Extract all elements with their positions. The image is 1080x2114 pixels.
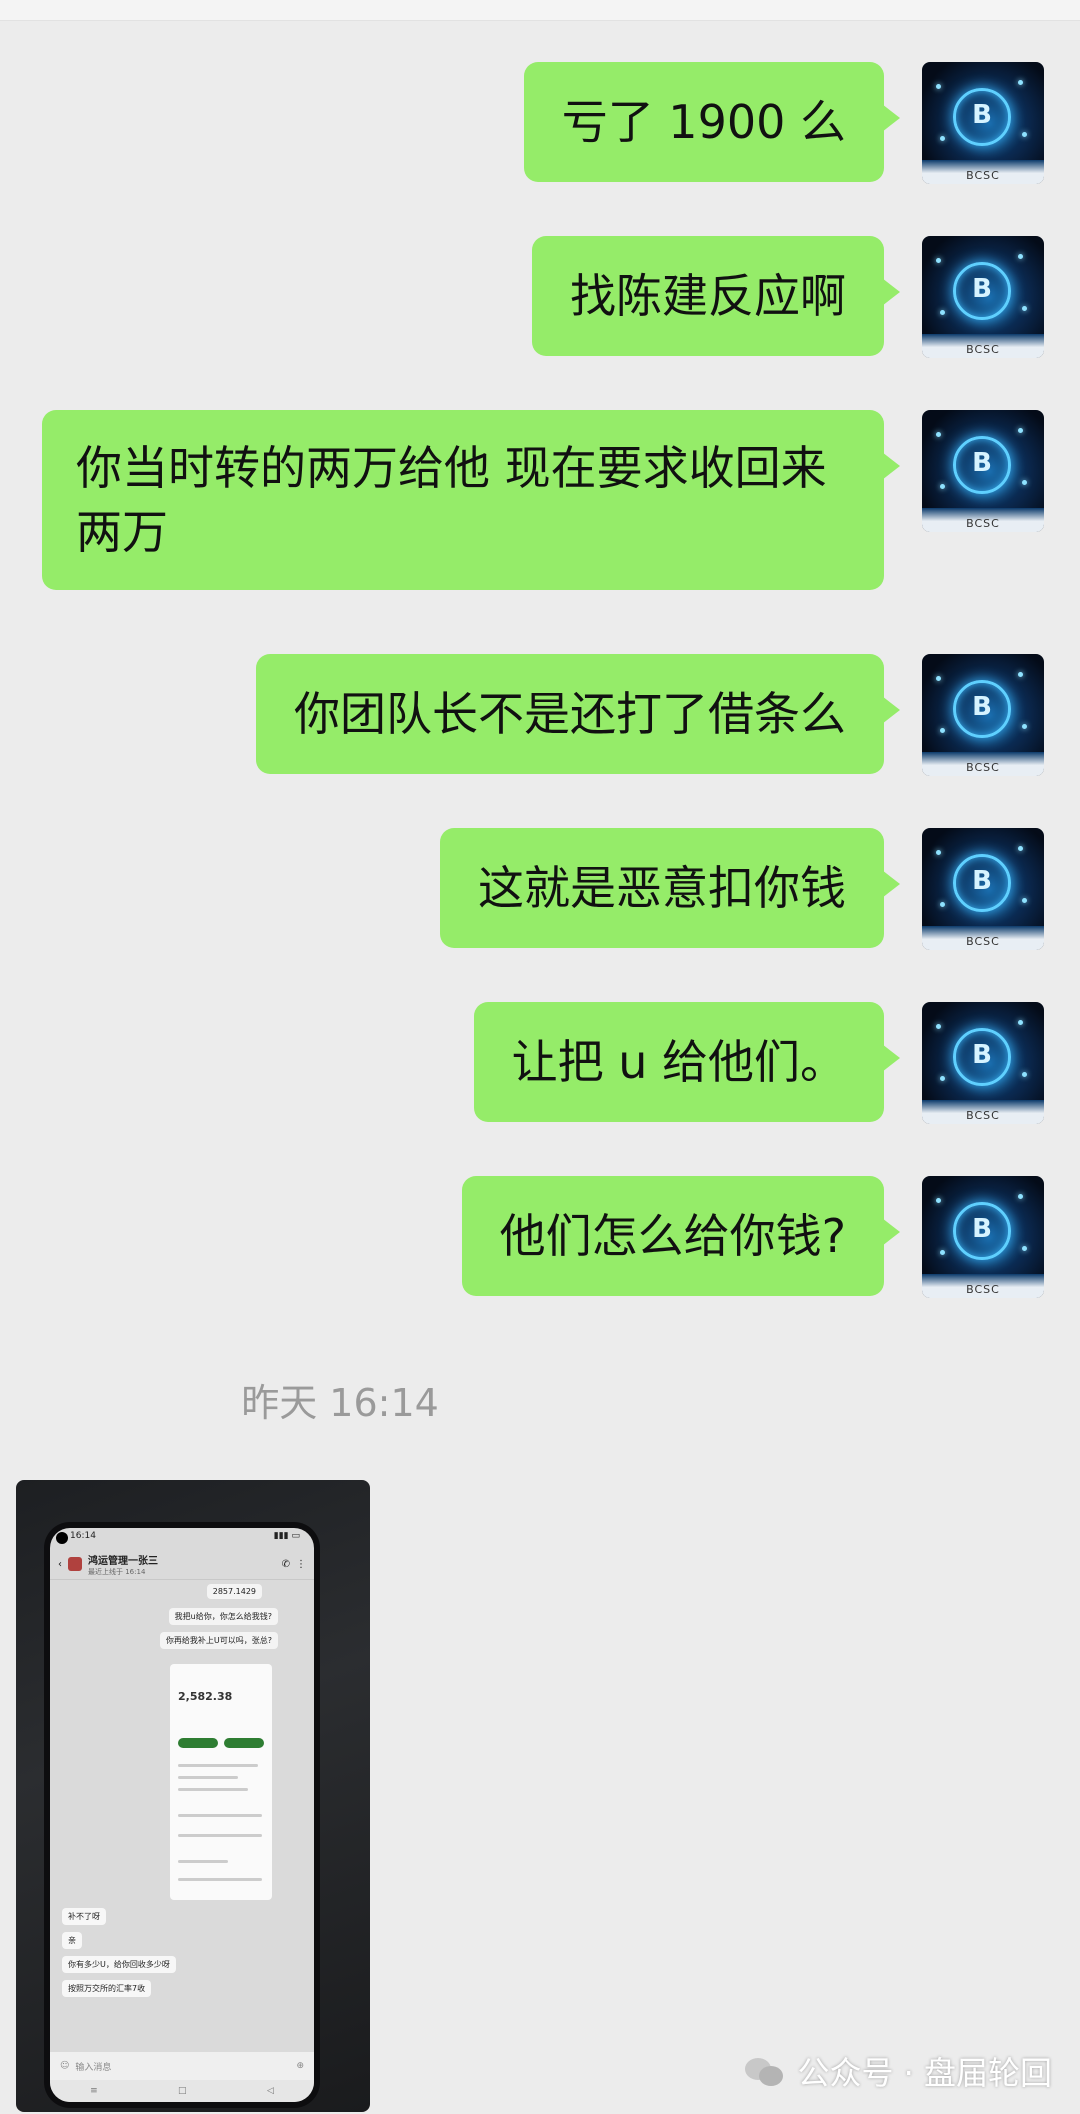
bitcoin-logo-icon: B <box>953 854 1011 912</box>
message-text: 这就是恶意扣你钱 <box>478 861 846 915</box>
avatar[interactable]: B BCSC <box>922 828 1044 950</box>
emoji-icon: ☺ <box>60 2061 70 2071</box>
photo-bubble: 你有多少U，给你回收多少呀 <box>62 1956 176 1973</box>
signal-battery-icon: ▮▮▮ ▭ <box>273 1531 300 1541</box>
message-bubble[interactable]: 他们怎么给你钱? <box>461 1176 901 1296</box>
wechat-logo-icon <box>745 2054 785 2088</box>
bitcoin-logo-icon: B <box>953 1202 1011 1260</box>
camera-hole <box>56 1532 68 1544</box>
phone-nav-bar: ≡ □ ◁ <box>50 2080 314 2102</box>
timestamp: 昨天 16:14 <box>241 1381 439 1425</box>
avatar-caption: BCSC <box>966 761 1000 774</box>
avatar-caption: BCSC <box>966 935 1000 948</box>
message-text: 找陈建反应啊 <box>570 269 846 323</box>
more-icon: ⋮ <box>296 1558 306 1570</box>
phone-call-icon: ✆ <box>281 1558 290 1570</box>
photo-bubble: 亲 <box>62 1932 82 1949</box>
phone-input-bar: ☺ 输入消息 ⊕ <box>50 2052 314 2080</box>
message-text: 你当时转的两万给他 现在要求收回来两万 <box>76 441 827 559</box>
message-bubble[interactable]: 你团队长不是还打了借条么 <box>256 654 900 774</box>
attach-icon: ⊕ <box>296 2061 304 2071</box>
message-bubble[interactable]: 找陈建反应啊 <box>532 236 900 356</box>
contact-name: 鸿运管理一张三 <box>88 1555 158 1567</box>
avatar-caption: BCSC <box>966 1283 1000 1296</box>
photo-bubble: 按照万交所的汇率7收 <box>62 1980 152 1997</box>
photo-message[interactable]: 16:14 ▮▮▮ ▭ ‹ 鸿运管理一张三 最近上线于 16:14 ✆ ⋮ 28… <box>16 1480 370 2112</box>
bitcoin-logo-icon: B <box>953 436 1011 494</box>
nav-menu-icon: ≡ <box>90 2086 98 2096</box>
avatar-caption: BCSC <box>966 1109 1000 1122</box>
photo-bubble: 补不了呀 <box>62 1908 106 1925</box>
avatar[interactable]: B BCSC <box>922 1176 1044 1298</box>
phone-chat-header: ‹ 鸿运管理一张三 最近上线于 16:14 ✆ ⋮ <box>50 1549 314 1580</box>
contact-status: 最近上线于 16:14 <box>88 1567 146 1576</box>
photo-bubble: 我把u给你，你怎么给我钱? <box>168 1608 278 1625</box>
avatar-caption: BCSC <box>966 517 1000 530</box>
contact-avatar <box>68 1557 82 1571</box>
embedded-wallet-screenshot: 2,582.38 <box>170 1664 272 1900</box>
watermark: 公众号 · 盘届轮回 <box>745 2048 1052 2094</box>
avatar[interactable]: B BCSC <box>922 1002 1044 1124</box>
message-text: 他们怎么给你钱? <box>499 1209 846 1263</box>
avatar[interactable]: B BCSC <box>922 62 1044 184</box>
status-time: 16:14 <box>70 1531 96 1541</box>
nav-back-icon: ◁ <box>266 2086 274 2096</box>
bitcoin-logo-icon: B <box>953 1028 1011 1086</box>
message-text: 让把 u 给他们。 <box>511 1035 846 1089</box>
message-bubble[interactable]: 你当时转的两万给他 现在要求收回来两万 <box>42 410 900 590</box>
watermark-text: 公众号 · 盘届轮回 <box>797 2054 1052 2092</box>
avatar-caption: BCSC <box>966 169 1000 182</box>
bitcoin-logo-icon: B <box>953 88 1011 146</box>
message-bubble[interactable]: 亏了 1900 么 <box>523 62 901 182</box>
bitcoin-logo-icon: B <box>953 680 1011 738</box>
avatar[interactable]: B BCSC <box>922 410 1044 532</box>
photo-bubble: 2857.1429 <box>206 1584 262 1599</box>
bitcoin-logo-icon: B <box>953 262 1011 320</box>
message-text: 亏了 1900 么 <box>561 95 846 149</box>
input-placeholder: 输入消息 <box>75 2062 112 2073</box>
message-bubble[interactable]: 这就是恶意扣你钱 <box>440 828 900 948</box>
phone-screen: 16:14 ▮▮▮ ▭ ‹ 鸿运管理一张三 最近上线于 16:14 ✆ ⋮ 28… <box>50 1528 314 2102</box>
top-strip <box>0 0 1080 21</box>
message-text: 你团队长不是还打了借条么 <box>294 687 846 741</box>
avatar[interactable]: B BCSC <box>922 236 1044 358</box>
avatar[interactable]: B BCSC <box>922 654 1044 776</box>
nav-home-icon: □ <box>178 2086 187 2096</box>
avatar-caption: BCSC <box>966 343 1000 356</box>
wallet-amount: 2,582.38 <box>178 1690 233 1703</box>
phone-photo: 16:14 ▮▮▮ ▭ ‹ 鸿运管理一张三 最近上线于 16:14 ✆ ⋮ 28… <box>44 1522 320 2108</box>
back-icon: ‹ <box>58 1558 62 1570</box>
phone-status-bar: 16:14 ▮▮▮ ▭ <box>50 1528 314 1549</box>
message-bubble[interactable]: 让把 u 给他们。 <box>473 1002 901 1122</box>
photo-bubble: 你再给我补上U可以吗，张总? <box>159 1632 278 1649</box>
